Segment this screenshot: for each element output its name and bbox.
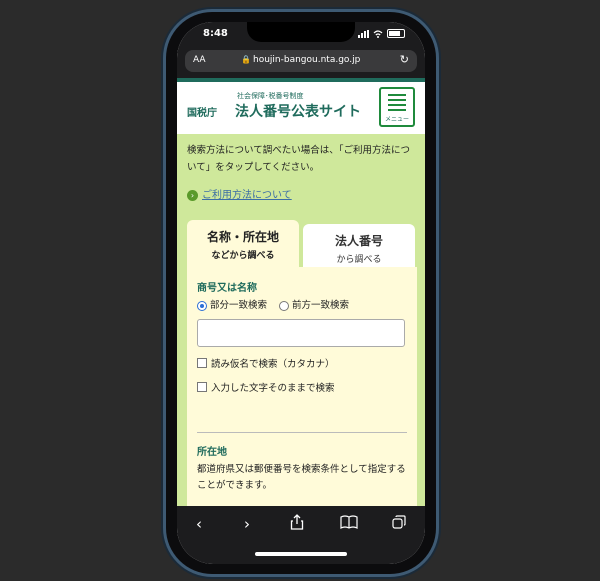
hamburger-icon [388,94,406,114]
section-divider [197,432,407,433]
status-bar: 8:48 [177,22,425,46]
radio-selected-icon [197,300,207,311]
phone-screen: 8:48 AA 🔒 houjin-bangou.nta.go.jp ↻ 国税庁 … [177,22,425,564]
radio-prefix-match[interactable]: 前方一致検索 [279,297,349,311]
address-field[interactable]: AA 🔒 houjin-bangou.nta.go.jp ↻ [185,50,417,72]
checkbox-kana[interactable]: 読み仮名で検索（カタカナ） [197,356,335,370]
search-panel: 商号又は名称 部分一致検索 前方一致検索 読み仮名で検索（カタカナ） 入力した文… [187,267,417,506]
volume-button [163,152,166,176]
tab-sublabel: から調べる [336,255,382,265]
bookmarks-icon[interactable] [335,514,363,534]
power-button [436,140,439,180]
wifi-icon [373,29,383,38]
name-section-title: 商号又は名称 [197,283,257,294]
radio-partial-match[interactable]: 部分一致検索 [197,297,267,311]
browser-toolbar: ‹ › [177,506,425,564]
tab-corporate-number[interactable]: 法人番号 から調べる [303,224,415,268]
text-size-button[interactable]: AA [193,55,206,65]
battery-icon [387,29,405,38]
site-header: 国税庁 社会保障･税番号制度 法人番号公表サイト メニュー [177,78,425,134]
tab-sublabel: などから調べる [211,251,275,261]
checkbox-label: 入力した文字そのままで検索 [211,383,335,394]
home-indicator [255,552,347,556]
signal-icon [358,29,369,38]
page-content: 国税庁 社会保障･税番号制度 法人番号公表サイト メニュー 検索方法について調べ… [177,78,425,506]
status-time: 8:48 [203,28,228,39]
tabs-icon[interactable] [385,514,413,534]
menu-label: メニュー [384,116,409,123]
status-icons [358,29,405,38]
volume-button [163,120,166,144]
reload-icon[interactable]: ↻ [400,53,409,66]
checkbox-label: 読み仮名で検索（カタカナ） [211,359,335,370]
match-mode-radios: 部分一致検索 前方一致検索 [197,297,349,311]
tab-label: 名称・所在地 [206,230,279,244]
name-search-input[interactable] [197,319,405,347]
usage-link[interactable]: › ご利用方法について [187,186,292,201]
site-title[interactable]: 法人番号公表サイト [235,101,361,121]
lock-icon: 🔒 [241,55,251,64]
intro-text: 検索方法について調べたい場合は、「ご利用方法について」をタップしてください。 [187,145,410,173]
back-icon[interactable]: ‹ [185,514,213,534]
notch [247,22,355,42]
menu-button[interactable]: メニュー [379,87,415,127]
radio-empty-icon [279,300,290,311]
checkbox-icon [197,382,207,392]
tab-name-location[interactable]: 名称・所在地 などから調べる [187,220,299,268]
location-description: 都道府県又は郵便番号を検索条件として指定することができます。 [197,464,406,491]
site-subtitle: 社会保障･税番号制度 [237,92,304,100]
url-text: houjin-bangou.nta.go.jp [253,55,361,65]
checkbox-exact[interactable]: 入力した文字そのままで検索 [197,380,335,394]
tab-label: 法人番号 [334,234,383,248]
forward-icon[interactable]: › [233,514,261,534]
agency-name: 国税庁 [187,108,217,119]
location-section-title: 所在地 [197,447,227,458]
browser-url-bar: AA 🔒 houjin-bangou.nta.go.jp ↻ [177,46,425,78]
share-icon[interactable] [283,514,311,534]
checkbox-icon [197,358,207,368]
arrow-right-icon: › [187,189,198,201]
radio-label: 前方一致検索 [292,300,350,311]
radio-label: 部分一致検索 [210,300,268,311]
usage-link-label: ご利用方法について [202,190,292,201]
